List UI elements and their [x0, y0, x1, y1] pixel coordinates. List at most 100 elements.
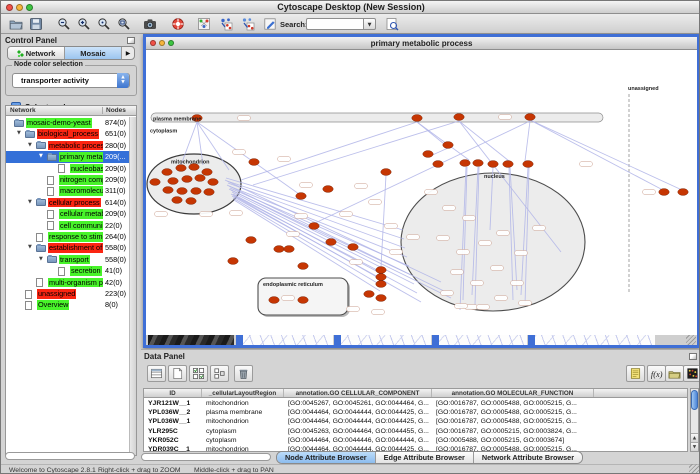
node-label-chip[interactable] [580, 162, 593, 167]
node-label-chip[interactable] [511, 281, 524, 286]
node-label-chip[interactable] [230, 211, 243, 216]
graph-node[interactable] [298, 263, 308, 270]
graph-node[interactable] [454, 114, 464, 121]
network-graph[interactable]: plasma membranecytoplasmmitochondrionnuc… [146, 50, 697, 335]
column-header[interactable]: annotation.GO CELLULAR_COMPONENT [284, 389, 432, 397]
node-label-chip[interactable] [385, 224, 398, 229]
tab-network-attribute-browser[interactable]: Network Attribute Browser [474, 452, 582, 463]
delete-attribute-button[interactable] [234, 365, 253, 382]
graph-node[interactable] [162, 169, 172, 176]
tree-row-cell-communicat[interactable]: cell communicat22(0) [6, 220, 136, 231]
graph-node[interactable] [309, 223, 319, 230]
zoom-window-icon[interactable] [26, 4, 33, 11]
dropdown-stepper-icon[interactable]: ▲▼ [117, 73, 129, 88]
float-data-panel-icon[interactable] [689, 353, 697, 360]
node-label-chip[interactable] [463, 216, 476, 221]
graph-node[interactable] [381, 169, 391, 176]
table-cell[interactable]: YLR295C [144, 427, 202, 436]
graph-node[interactable] [195, 175, 205, 182]
table-cell[interactable]: [GO:0045263, GO:0044464, GO:0044455, G..… [284, 427, 432, 436]
node-label-chip[interactable] [643, 190, 656, 195]
node-label-chip[interactable] [441, 291, 454, 296]
graph-node[interactable] [177, 188, 187, 195]
node-label-chip[interactable] [491, 266, 504, 271]
node-label-chip[interactable] [233, 150, 246, 155]
graph-node[interactable] [412, 115, 422, 122]
search-input[interactable] [306, 18, 364, 30]
background-window-fragment[interactable] [439, 335, 527, 345]
tree-scrollbar[interactable] [129, 117, 136, 455]
node-label-chip[interactable] [495, 296, 508, 301]
unselect-attributes-button[interactable] [210, 365, 229, 382]
tree-row-unassigned[interactable]: unassigned223(0) [6, 288, 136, 299]
tree-row-response-to-stimulu[interactable]: response to stimulu264(0) [6, 231, 136, 242]
tree-row-cellular-metabol[interactable]: cellular metabol209(0) [6, 208, 136, 219]
table-cell[interactable]: [GO:0016787, GO:0005215, GO:0003824, G..… [432, 427, 594, 436]
frame-resize-grip[interactable] [686, 335, 696, 345]
node-label-chip[interactable] [519, 301, 532, 306]
network-frame-titlebar[interactable]: primary metabolic process [146, 37, 697, 50]
table-cell[interactable]: [GO:0016787, GO:0005488, GO:0005215, G..… [432, 399, 594, 408]
expand-arrow-icon[interactable]: ▼ [28, 199, 32, 205]
save-icon[interactable] [29, 17, 43, 31]
graph-node[interactable] [460, 160, 470, 167]
tabs-overflow-icon[interactable]: ▶ [122, 47, 134, 59]
zoom-fit-icon[interactable] [117, 17, 131, 31]
graph-node[interactable] [298, 297, 308, 304]
scrollbar-thumb[interactable] [691, 390, 698, 410]
graph-node[interactable] [208, 179, 218, 186]
scroll-up-icon[interactable]: ▲ [691, 433, 698, 442]
table-row[interactable]: YLR295Ccytoplasm[GO:0045263, GO:0044464,… [144, 427, 687, 436]
tab-node-attribute-browser[interactable]: Node Attribute Browser [277, 452, 376, 463]
node-label-chip[interactable] [282, 296, 295, 301]
tree-row-primary-metabo[interactable]: ▼primary metabo209(... [6, 151, 136, 162]
node-label-chip[interactable] [455, 304, 468, 309]
graph-node[interactable] [488, 161, 498, 168]
graph-node[interactable] [249, 159, 259, 166]
node-label-chip[interactable] [407, 235, 420, 240]
scroll-down-icon[interactable]: ▼ [691, 442, 698, 451]
node-label-chip[interactable] [350, 260, 363, 265]
advanced-search-icon[interactable] [385, 17, 399, 31]
tab-mosaic[interactable]: Mosaic [65, 47, 122, 59]
network-overview-icon[interactable] [197, 17, 211, 31]
node-label-chip[interactable] [451, 270, 464, 275]
search-dropdown-icon[interactable]: ▼ [364, 18, 376, 30]
node-label-chip[interactable] [355, 184, 368, 189]
graph-node[interactable] [326, 239, 336, 246]
table-cell[interactable]: YPL036W__1 [144, 417, 202, 426]
column-header[interactable]: _cellularLayoutRegion [202, 389, 284, 397]
node-label-chip[interactable] [295, 214, 308, 219]
zoom-in-icon[interactable] [77, 17, 91, 31]
overview-window-fragment[interactable] [148, 335, 234, 345]
node-label-chip[interactable] [278, 157, 291, 162]
graph-node[interactable] [202, 169, 212, 176]
graph-node[interactable] [473, 160, 483, 167]
background-window-fragment[interactable] [341, 335, 431, 345]
table-cell[interactable]: mitochondrion [202, 417, 284, 426]
expand-arrow-icon[interactable]: ▼ [39, 153, 43, 159]
frame-close-icon[interactable] [150, 40, 156, 46]
tree-row-nucleobase-[interactable]: nucleobase-209(0) [6, 163, 136, 174]
tab-network[interactable]: Network [8, 47, 65, 59]
graph-node[interactable] [376, 281, 386, 288]
graph-node[interactable] [659, 189, 669, 196]
zoom-out-icon[interactable] [57, 17, 71, 31]
graph-node[interactable] [433, 161, 443, 168]
node-label-chip[interactable] [372, 310, 385, 315]
node-label-chip[interactable] [457, 250, 470, 255]
attribute-mapper-alt-icon[interactable] [241, 17, 255, 31]
column-header[interactable]: annotation.GO MOLECULAR_FUNCTION [432, 389, 594, 397]
column-header[interactable]: ID [144, 389, 202, 397]
graph-node[interactable] [376, 267, 386, 274]
table-cell[interactable]: [GO:0045267, GO:0045261, GO:0044464, G..… [284, 399, 432, 408]
node-label-chip[interactable] [425, 190, 438, 195]
graph-node[interactable] [168, 178, 178, 185]
snapshot-icon[interactable] [143, 17, 157, 31]
tree-row-mosaic-demo-yeast[interactable]: mosaic-demo-yeast874(0) [6, 117, 136, 128]
graph-node[interactable] [274, 246, 284, 253]
network-canvas[interactable]: plasma membranecytoplasmmitochondrionnuc… [146, 50, 697, 335]
graph-node[interactable] [284, 246, 294, 253]
node-label-chip[interactable] [200, 212, 213, 217]
table-cell[interactable]: [GO:0005488, GO:0005215, GO:0003674] [432, 436, 594, 445]
